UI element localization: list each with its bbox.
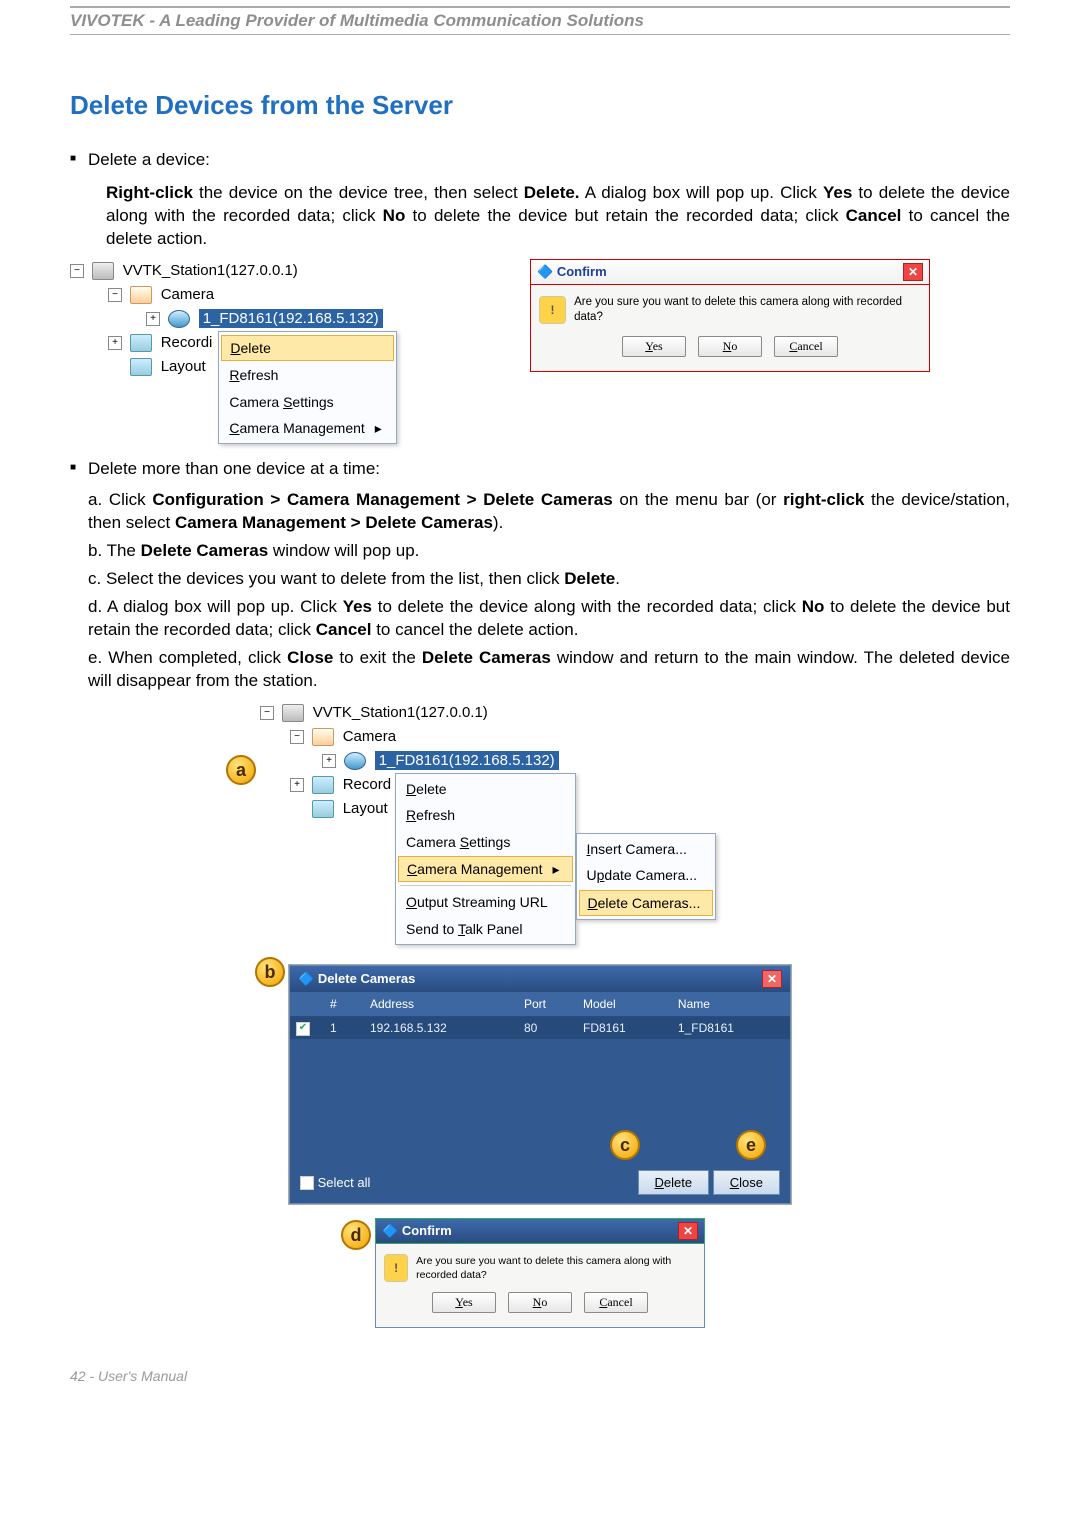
station-label[interactable]: VVTK_Station1(127.0.0.1) [123,262,298,279]
section-title: Delete Devices from the Server [70,90,1010,121]
no-button[interactable]: No [508,1292,572,1313]
yes-button[interactable]: Yes [432,1292,496,1313]
warning-icon: ! [539,296,566,324]
camera-item-selected[interactable]: 1_FD8161(192.168.5.132) [375,751,559,770]
col-address[interactable]: Address [364,992,518,1017]
badge-e: e [736,1130,766,1160]
confirm-message: Are you sure you want to delete this cam… [416,1254,696,1282]
table-row[interactable]: 1 192.168.5.132 80 FD8161 1_FD8161 [290,1017,790,1040]
close-button[interactable]: Close [713,1170,780,1195]
expand-icon[interactable]: + [290,778,304,792]
step-c: c. Select the devices you want to delete… [88,568,1010,591]
close-icon[interactable]: ✕ [678,1222,698,1240]
collapse-icon[interactable]: − [70,264,84,278]
yes-button[interactable]: Yes [622,336,686,357]
header-text: VIVOTEK - A Leading Provider of Multimed… [70,11,644,30]
menu-delete[interactable]: DDeleteelete [221,335,393,361]
expand-icon[interactable]: + [322,754,336,768]
cancel-button[interactable]: Cancel [584,1292,648,1313]
context-menu-1: DDeleteelete Refresh Camera Settings Cam… [218,331,396,445]
recording-label[interactable]: Recordi [161,334,213,351]
page-footer: 42 - User's Manual [70,1368,1010,1384]
menu-camera-management[interactable]: Camera Management▸ [398,856,572,882]
camera-group-label[interactable]: Camera [161,286,214,303]
confirm-title: Confirm [557,264,607,279]
menu-camera-settings[interactable]: Camera Settings [396,829,574,855]
menu-camera-management[interactable]: Camera Management▸ [219,415,395,441]
camera-item-selected[interactable]: 1_FD8161(192.168.5.132) [199,309,383,328]
confirm-title: Confirm [402,1223,452,1238]
delete-cameras-title: Delete Cameras [318,971,416,986]
col-port[interactable]: Port [518,992,577,1017]
col-model[interactable]: Model [577,992,672,1017]
bullet2-lead: Delete more than one device at a time: [88,459,380,478]
collapse-icon[interactable]: − [260,706,274,720]
cancel-button[interactable]: Cancel [774,336,838,357]
row-checkbox[interactable] [296,1022,310,1036]
page-header: VIVOTEK - A Leading Provider of Multimed… [70,6,1010,35]
layout-label[interactable]: Layout [343,800,388,817]
camera-icon [344,752,366,770]
context-submenu: Insert Camera... Update Camera... Delete… [576,833,717,920]
context-menu-2: Delete Refresh Camera Settings Camera Ma… [395,773,575,945]
submenu-update[interactable]: Update Camera... [577,862,716,888]
submenu-insert[interactable]: Insert Camera... [577,836,716,862]
step-a: a. Click Configuration > Camera Manageme… [88,489,1010,535]
select-all-checkbox[interactable]: Select all [300,1174,370,1192]
menu-delete[interactable]: Delete [396,776,574,802]
confirm-message: Are you sure you want to delete this cam… [574,295,921,326]
station-icon [92,262,114,280]
delete-cameras-window: 🔷 Delete Cameras ✕ # Address Port [289,965,791,1204]
camera-folder-icon [130,286,152,304]
step-b: b. The Delete Cameras window will pop up… [88,540,1010,563]
delete-button[interactable]: Delete [638,1170,710,1195]
device-tree-1: − VVTK_Station1(127.0.0.1) − Camera + 1_… [70,259,490,445]
confirm-dialog-1: 🔷 Confirm ✕ ! Are you sure you want to d… [530,259,930,372]
bullet-delete-many: Delete more than one device at a time: [88,458,1010,481]
menu-refresh[interactable]: Refresh [396,802,574,828]
badge-b: b [255,957,285,987]
layout-icon [130,358,152,376]
menu-refresh[interactable]: Refresh [219,362,395,388]
menu-output-url[interactable]: Output Streaming URL [396,889,574,915]
expand-icon[interactable]: + [108,336,122,350]
recording-icon [312,776,334,794]
col-num[interactable]: # [324,992,364,1017]
recording-icon [130,334,152,352]
camera-group-label[interactable]: Camera [343,728,396,745]
layout-label[interactable]: Layout [161,358,206,375]
checkbox-icon[interactable] [300,1176,314,1190]
recording-label[interactable]: Record [343,776,391,793]
camera-icon [168,310,190,328]
badge-d: d [341,1220,371,1250]
step-d: d. A dialog box will pop up. Click Yes t… [88,596,1010,642]
warning-icon: ! [384,1254,408,1282]
bullet-delete-one: Delete a device: Right-click the device … [88,149,1010,251]
collapse-icon[interactable]: − [290,730,304,744]
station-icon [282,704,304,722]
collapse-icon[interactable]: − [108,288,122,302]
close-icon[interactable]: ✕ [903,263,923,281]
close-icon[interactable]: ✕ [762,970,782,988]
cameras-table: # Address Port Model Name 1 192.168.5.1 [290,992,790,1039]
badge-a: a [226,755,256,785]
submenu-delete[interactable]: Delete Cameras... [579,890,714,916]
menu-talk-panel[interactable]: Send to Talk Panel [396,916,574,942]
menu-camera-settings[interactable]: Camera Settings [219,389,395,415]
layout-icon [312,800,334,818]
confirm-dialog-2: 🔷 Confirm ✕ ! Are you sure you want to d… [375,1218,705,1328]
step-e: e. When completed, click Close to exit t… [88,647,1010,693]
camera-folder-icon [312,728,334,746]
bullet1-lead: Delete a device: [88,150,210,169]
expand-icon[interactable]: + [146,312,160,326]
badge-c: c [610,1130,640,1160]
device-tree-2: − VVTK_Station1(127.0.0.1) − Camera + 1_… [260,701,820,945]
station-label[interactable]: VVTK_Station1(127.0.0.1) [313,704,488,721]
no-button[interactable]: No [698,336,762,357]
col-name[interactable]: Name [672,992,790,1017]
